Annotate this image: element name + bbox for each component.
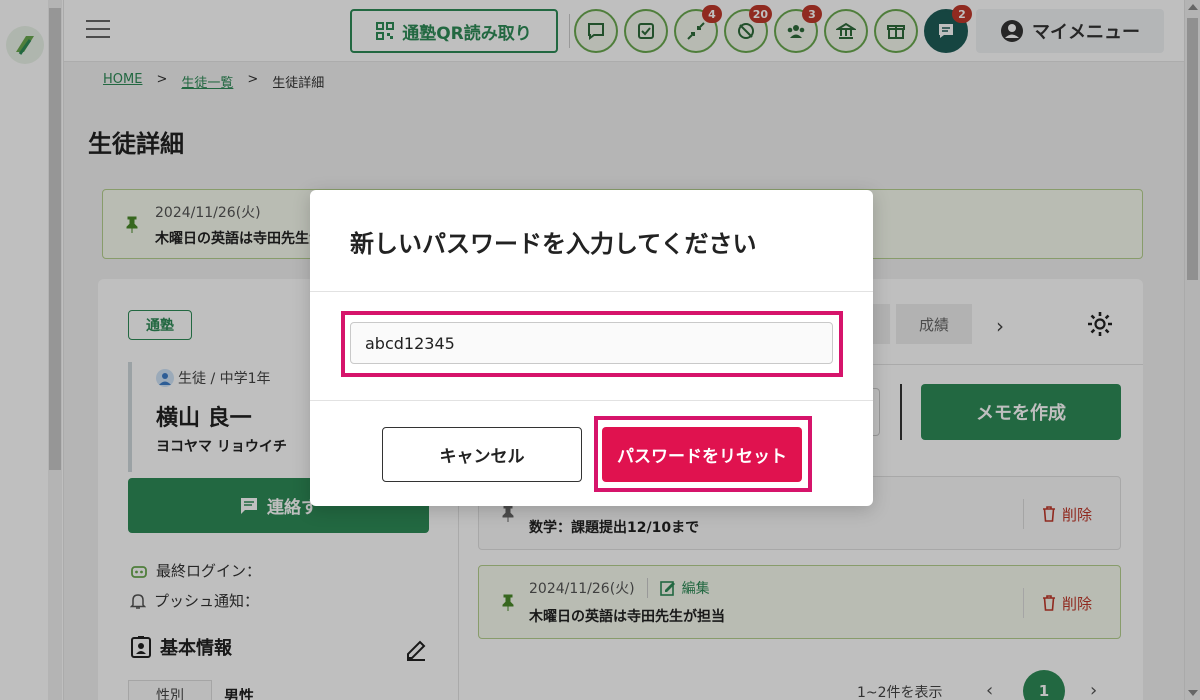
dialog-divider: [310, 400, 873, 401]
dialog-divider: [310, 291, 873, 292]
new-password-input[interactable]: [350, 322, 833, 364]
dialog-title: 新しいパスワードを入力してください: [350, 230, 757, 258]
password-reset-dialog: 新しいパスワードを入力してください キャンセル パスワードをリセット: [310, 190, 873, 506]
reset-password-button[interactable]: パスワードをリセット: [602, 427, 802, 482]
cancel-button[interactable]: キャンセル: [382, 427, 582, 482]
